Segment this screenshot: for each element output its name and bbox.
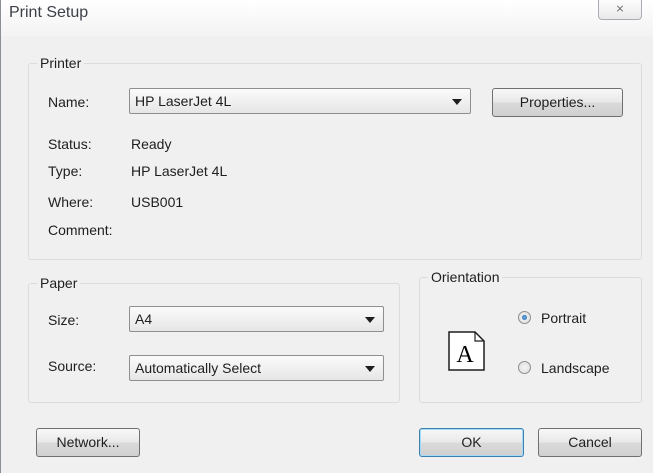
chevron-down-icon [365,317,375,323]
type-label: Type: [48,163,83,179]
paper-source-select[interactable]: Automatically Select [129,355,384,381]
comment-label: Comment: [48,222,113,238]
portrait-label[interactable]: Portrait [541,310,586,326]
paper-source-value: Automatically Select [135,360,262,376]
status-label: Status: [48,136,92,152]
printer-name-select[interactable]: HP LaserJet 4L [129,88,471,114]
cancel-button[interactable]: Cancel [538,428,642,457]
portrait-page-icon: A [448,331,485,371]
close-icon: ⨯ [615,3,625,15]
printer-name-value: HP LaserJet 4L [135,93,232,109]
name-label: Name: [48,94,90,110]
landscape-label[interactable]: Landscape [541,360,610,376]
where-label: Where: [48,194,94,210]
paper-legend: Paper [40,275,78,291]
dialog-title: Print Setup [9,4,89,21]
network-button[interactable]: Network... [36,428,140,457]
status-value: Ready [131,136,172,152]
paper-group: Paper [28,275,400,403]
chevron-down-icon [365,366,375,372]
printer-group: Printer [28,55,642,260]
type-value: HP LaserJet 4L [131,163,228,179]
portrait-radio[interactable] [518,311,531,324]
orientation-legend: Orientation [431,269,500,285]
print-setup-dialog: Print Setup ⨯ Printer Name: HP LaserJet … [0,0,653,473]
source-label: Source: [48,358,97,374]
chevron-down-icon [452,99,462,105]
printer-legend: Printer [40,55,82,71]
ok-button[interactable]: OK [419,428,524,457]
paper-size-value: A4 [135,311,153,327]
landscape-radio[interactable] [518,361,531,374]
where-value: USB001 [131,194,184,210]
title-bar: Print Setup ⨯ [1,0,653,36]
properties-button[interactable]: Properties... [492,88,623,117]
close-button[interactable]: ⨯ [598,0,642,20]
size-label: Size: [48,312,80,328]
page-glyph: A [456,342,474,368]
paper-size-select[interactable]: A4 [129,306,384,332]
